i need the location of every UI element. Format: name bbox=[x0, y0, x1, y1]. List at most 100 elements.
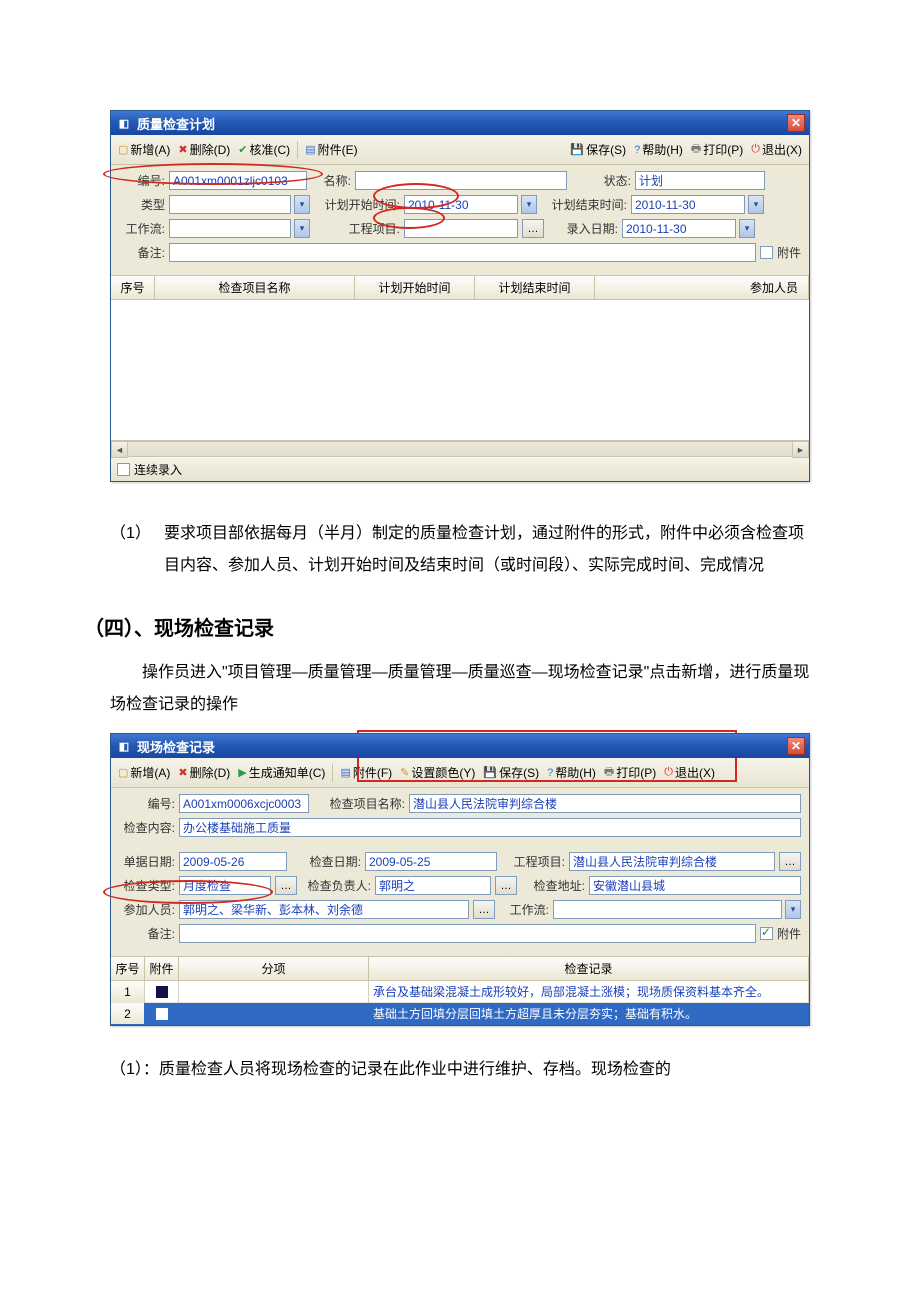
check-content-field[interactable] bbox=[179, 818, 801, 837]
check-type-field[interactable] bbox=[179, 876, 271, 895]
toolbar: ▢新增(A) ✖删除(D) ▶生成通知单(C) ▤附件(F) ✎设置颜色(Y) … bbox=[111, 758, 809, 788]
dropdown-icon[interactable]: ▾ bbox=[521, 195, 537, 214]
attachment-checkbox[interactable] bbox=[760, 246, 773, 259]
label-workflow: 工作流: bbox=[499, 901, 549, 918]
project-lookup-button[interactable]: … bbox=[779, 852, 801, 871]
horizontal-scrollbar[interactable]: ◄ ► bbox=[111, 440, 809, 457]
plan-end-field[interactable] bbox=[631, 195, 745, 214]
print-button[interactable]: 🖶打印(P) bbox=[688, 138, 746, 161]
col-people[interactable]: 参加人员 bbox=[595, 276, 809, 299]
col-seq[interactable]: 序号 bbox=[111, 957, 145, 980]
check-icon: ✔ bbox=[238, 143, 247, 156]
generate-notice-button[interactable]: ▶生成通知单(C) bbox=[235, 762, 328, 783]
label-bill-date: 单据日期: bbox=[119, 853, 175, 870]
scroll-left-icon[interactable]: ◄ bbox=[111, 441, 128, 458]
form-panel: 编号: 检查项目名称: 检查内容: 单据日期: 检查日期: 工程项目: … bbox=[111, 788, 809, 956]
state-field[interactable] bbox=[635, 171, 765, 190]
window-title: 现场检查记录 bbox=[137, 737, 215, 756]
code-field[interactable] bbox=[179, 794, 309, 813]
doc-icon: ▤ bbox=[340, 766, 350, 779]
delete-icon: ✖ bbox=[178, 143, 187, 156]
label-attach: 附件 bbox=[777, 244, 801, 261]
window-quality-plan: ◧ 质量检查计划 ✕ ▢新增(A) ✖删除(D) ✔核准(C) ▤附件(E) 💾… bbox=[110, 110, 810, 482]
scroll-right-icon[interactable]: ► bbox=[792, 441, 809, 458]
save-button[interactable]: 💾保存(S) bbox=[567, 139, 629, 160]
close-icon[interactable]: ✕ bbox=[787, 737, 805, 755]
label-check-date: 检查日期: bbox=[291, 853, 361, 870]
attachment-button[interactable]: ▤附件(F) bbox=[337, 762, 395, 783]
approve-button[interactable]: ✔核准(C) bbox=[235, 139, 293, 160]
toolbar: ▢新增(A) ✖删除(D) ✔核准(C) ▤附件(E) 💾保存(S) ?帮助(H… bbox=[111, 135, 809, 165]
grid-body[interactable]: 1 承台及基础梁混凝土成形较好，局部混凝土涨模；现场质保资料基本齐全。 2 基础… bbox=[111, 981, 809, 1025]
workflow-field[interactable] bbox=[169, 219, 291, 238]
check-type-lookup-button[interactable]: … bbox=[275, 876, 297, 895]
continuous-checkbox[interactable] bbox=[117, 463, 130, 476]
exit-button[interactable]: ⏻退出(X) bbox=[661, 762, 718, 783]
col-plan-end[interactable]: 计划结束时间 bbox=[475, 276, 595, 299]
help-button[interactable]: ?帮助(H) bbox=[544, 762, 599, 783]
save-icon: 💾 bbox=[570, 143, 584, 156]
entry-date-field[interactable] bbox=[622, 219, 736, 238]
col-attach[interactable]: 附件 bbox=[145, 957, 179, 980]
delete-button[interactable]: ✖删除(D) bbox=[175, 139, 233, 160]
check-date-field[interactable] bbox=[365, 852, 497, 871]
remark-field[interactable] bbox=[179, 924, 756, 943]
col-item[interactable]: 检查项目名称 bbox=[155, 276, 355, 299]
section-heading: （四）、现场检查记录 bbox=[84, 612, 810, 641]
help-button[interactable]: ?帮助(H) bbox=[631, 139, 686, 160]
save-button[interactable]: 💾保存(S) bbox=[480, 762, 542, 783]
remark-field[interactable] bbox=[169, 243, 756, 262]
workflow-field[interactable] bbox=[553, 900, 782, 919]
label-attach: 附件 bbox=[777, 925, 801, 942]
col-plan-start[interactable]: 计划开始时间 bbox=[355, 276, 475, 299]
code-field[interactable] bbox=[169, 171, 307, 190]
grid-body[interactable] bbox=[111, 300, 809, 440]
attachment-square-icon bbox=[156, 986, 168, 998]
new-button[interactable]: ▢新增(A) bbox=[115, 139, 173, 160]
dropdown-icon[interactable]: ▾ bbox=[739, 219, 755, 238]
col-section[interactable]: 分项 bbox=[179, 957, 369, 980]
grid-header: 序号 附件 分项 检查记录 bbox=[111, 956, 809, 981]
label-entry-date: 录入日期: bbox=[548, 220, 618, 237]
type-field[interactable] bbox=[169, 195, 291, 214]
label-check-resp: 检查负责人: bbox=[301, 877, 371, 894]
delete-button[interactable]: ✖删除(D) bbox=[175, 762, 233, 783]
exit-button[interactable]: ⏻退出(X) bbox=[748, 139, 805, 160]
print-button[interactable]: 🖶打印(P) bbox=[601, 761, 659, 784]
dropdown-icon[interactable]: ▾ bbox=[785, 900, 801, 919]
check-resp-field[interactable] bbox=[375, 876, 491, 895]
cell-att[interactable] bbox=[145, 981, 179, 1003]
window-site-check: 此按键将直接生成不符合通知单 ◧ 现场检查记录 ✕ ▢新增(A) ✖删除(D) … bbox=[110, 733, 810, 1026]
project-field[interactable] bbox=[404, 219, 518, 238]
col-seq[interactable]: 序号 bbox=[111, 276, 155, 299]
table-row[interactable]: 2 基础土方回填分层回填土方超厚且未分层夯实；基础有积水。 bbox=[111, 1003, 809, 1025]
cell-record: 基础土方回填分层回填土方超厚且未分层夯实；基础有积水。 bbox=[369, 1003, 809, 1025]
cell-section bbox=[179, 981, 369, 1003]
scroll-track[interactable] bbox=[128, 441, 792, 457]
set-color-button[interactable]: ✎设置颜色(Y) bbox=[397, 762, 478, 783]
check-resp-lookup-button[interactable]: … bbox=[495, 876, 517, 895]
bill-date-field[interactable] bbox=[179, 852, 287, 871]
label-remark: 备注: bbox=[119, 925, 175, 942]
attachment-checkbox[interactable] bbox=[760, 927, 773, 940]
col-record[interactable]: 检查记录 bbox=[369, 957, 809, 980]
cell-att[interactable] bbox=[145, 1003, 179, 1025]
participants-field[interactable] bbox=[179, 900, 469, 919]
new-button[interactable]: ▢新增(A) bbox=[115, 762, 173, 783]
check-item-name-field[interactable] bbox=[409, 794, 801, 813]
check-loc-field[interactable] bbox=[589, 876, 801, 895]
name-field[interactable] bbox=[355, 171, 567, 190]
plan-start-field[interactable] bbox=[404, 195, 518, 214]
dropdown-icon[interactable]: ▾ bbox=[294, 195, 310, 214]
dropdown-icon[interactable]: ▾ bbox=[294, 219, 310, 238]
titlebar[interactable]: ◧ 现场检查记录 ✕ bbox=[111, 734, 809, 758]
print-icon: 🖶 bbox=[604, 763, 614, 782]
project-lookup-button[interactable]: … bbox=[522, 219, 544, 238]
attachment-button[interactable]: ▤附件(E) bbox=[302, 139, 360, 160]
table-row[interactable]: 1 承台及基础梁混凝土成形较好，局部混凝土涨模；现场质保资料基本齐全。 bbox=[111, 981, 809, 1003]
dropdown-icon[interactable]: ▾ bbox=[748, 195, 764, 214]
close-icon[interactable]: ✕ bbox=[787, 114, 805, 132]
participants-lookup-button[interactable]: … bbox=[473, 900, 495, 919]
project-field[interactable] bbox=[569, 852, 775, 871]
titlebar[interactable]: ◧ 质量检查计划 ✕ bbox=[111, 111, 809, 135]
